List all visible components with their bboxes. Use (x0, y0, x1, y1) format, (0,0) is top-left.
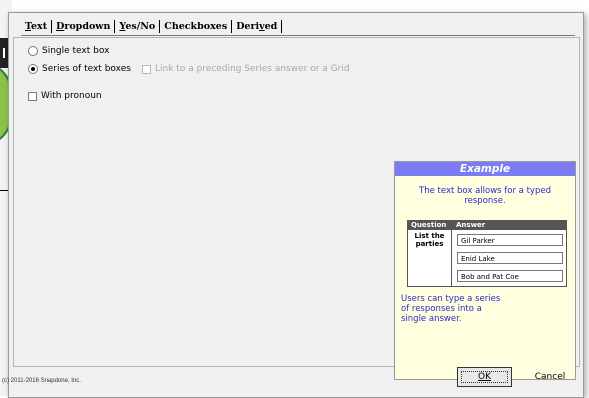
example-note: Users can type a series of responses int… (401, 294, 501, 324)
single-text-box-radio[interactable] (28, 46, 38, 56)
link-preceding-series-option: Link to a preceding Series answer or a G… (142, 64, 350, 74)
ok-button[interactable]: OK (457, 367, 512, 387)
example-title: Example (395, 162, 575, 176)
answer-column-header: Answer (456, 221, 486, 229)
example-table-header: Question Answer (408, 221, 566, 230)
with-pronoun-option[interactable]: With pronoun (28, 91, 102, 101)
link-preceding-series-checkbox (142, 64, 151, 74)
single-text-box-label: Single text box (42, 46, 110, 56)
background-dark-bar (3, 48, 5, 58)
with-pronoun-label: With pronoun (41, 91, 102, 101)
example-table-body: List the parties Gil Parker Enid Lake Bo… (408, 230, 566, 286)
example-answer-3: Bob and Pat Coe (457, 270, 563, 282)
cancel-button[interactable]: Cancel (522, 367, 578, 387)
copyright-text: (c) 2011-2016 Snapdone, Inc. (2, 378, 81, 384)
question-column-header: Question (411, 221, 447, 229)
series-text-boxes-option[interactable]: Series of text boxes (28, 64, 131, 74)
tab-underline (21, 35, 575, 36)
text-tab-panel: Single text box Series of text boxes Lin… (13, 37, 580, 380)
example-answer-2: Enid Lake (457, 252, 563, 264)
single-text-box-option[interactable]: Single text box (28, 46, 109, 56)
with-pronoun-checkbox[interactable] (28, 91, 37, 101)
tab-separator (281, 19, 283, 33)
tab-dropdown[interactable]: Dropdown (52, 21, 114, 32)
tab-text[interactable]: Text (21, 21, 51, 32)
focus-rectangle (461, 371, 508, 383)
example-box: Example The text box allows for a typed … (394, 161, 576, 380)
series-text-boxes-label: Series of text boxes (42, 64, 131, 74)
example-description: The text box allows for a typed response… (419, 186, 551, 206)
tab-strip: Text Dropdown Yes/No Checkboxes Derived (21, 17, 283, 35)
example-question: List the parties (408, 230, 452, 286)
example-table: Question Answer List the parties Gil Par… (407, 220, 567, 287)
link-preceding-series-label: Link to a preceding Series answer or a G… (155, 64, 350, 74)
answer-type-dialog: Text Dropdown Yes/No Checkboxes Derived … (8, 12, 584, 398)
tab-checkboxes[interactable]: Checkboxes (160, 21, 231, 32)
cancel-button-label: Cancel (534, 372, 566, 382)
tab-derived[interactable]: Derived (232, 21, 281, 32)
tab-yes-no[interactable]: Yes/No (115, 21, 159, 32)
example-answer-1: Gil Parker (457, 234, 563, 246)
series-text-boxes-radio[interactable] (28, 64, 38, 74)
